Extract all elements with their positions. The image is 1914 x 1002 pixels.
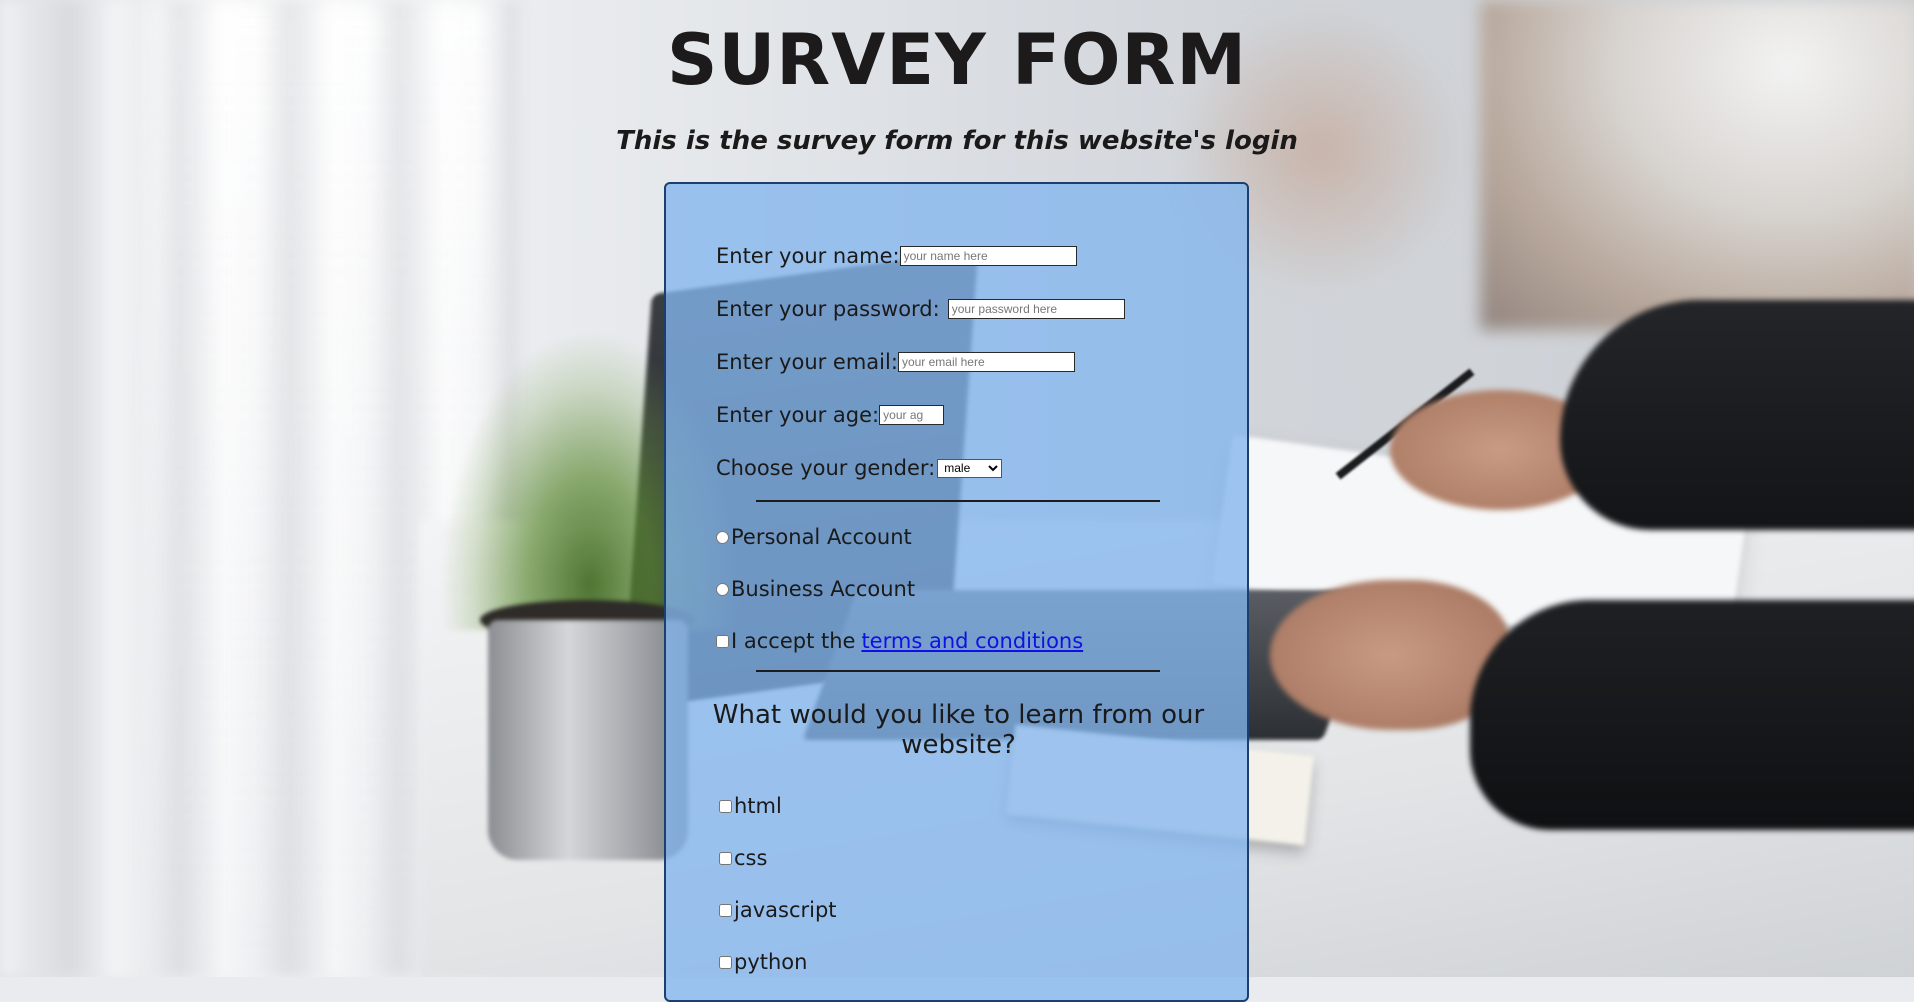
email-input[interactable] (897, 352, 1075, 372)
terms-link[interactable]: terms and conditions (861, 628, 1083, 654)
personal-account-radio[interactable] (716, 530, 729, 544)
survey-form: Enter your name: Enter your password: En… (664, 182, 1249, 1002)
topic-html-row: html (719, 793, 782, 819)
gender-row: Choose your gender: male (716, 455, 1003, 481)
topic-html-checkbox[interactable] (719, 799, 732, 813)
password-input[interactable] (947, 299, 1125, 319)
name-row: Enter your name: (716, 243, 1077, 269)
topic-python-label: python (734, 950, 808, 974)
section-divider-1 (756, 500, 1160, 502)
name-input[interactable] (899, 246, 1077, 266)
topic-python-checkbox[interactable] (719, 955, 732, 969)
name-label: Enter your name: (716, 244, 900, 268)
topic-javascript-label: javascript (734, 898, 837, 922)
age-input[interactable] (879, 405, 945, 425)
terms-row: I accept the terms and conditions (716, 628, 1083, 654)
learn-question: What would you like to learn from our we… (712, 700, 1205, 760)
personal-account-row: Personal Account (716, 524, 912, 550)
age-row: Enter your age: (716, 402, 945, 428)
page-title: SURVEY FORM (666, 19, 1248, 101)
email-row: Enter your email: (716, 349, 1075, 375)
gender-label: Choose your gender: (716, 456, 936, 480)
business-account-row: Business Account (716, 576, 915, 602)
business-account-label: Business Account (731, 577, 916, 601)
topic-css-label: css (734, 846, 768, 870)
topic-python-row: python (719, 949, 807, 975)
topic-css-row: css (719, 845, 767, 871)
personal-account-label: Personal Account (731, 525, 912, 549)
business-account-radio[interactable] (716, 582, 729, 596)
age-label: Enter your age: (716, 403, 880, 427)
terms-checkbox[interactable] (716, 634, 729, 648)
page-content: SURVEY FORM This is the survey form for … (0, 0, 1914, 1002)
password-row: Enter your password: (716, 296, 1125, 322)
section-divider-2 (756, 670, 1160, 672)
topic-html-label: html (734, 794, 782, 818)
topic-javascript-row: javascript (719, 897, 837, 923)
page-subtitle: This is the survey form for this website… (616, 126, 1298, 156)
topic-javascript-checkbox[interactable] (719, 903, 732, 917)
terms-prefix: I accept the (731, 629, 856, 653)
email-label: Enter your email: (716, 350, 898, 374)
topic-css-checkbox[interactable] (719, 851, 732, 865)
gender-select[interactable]: male (937, 458, 1003, 478)
password-label: Enter your password: (716, 297, 940, 321)
